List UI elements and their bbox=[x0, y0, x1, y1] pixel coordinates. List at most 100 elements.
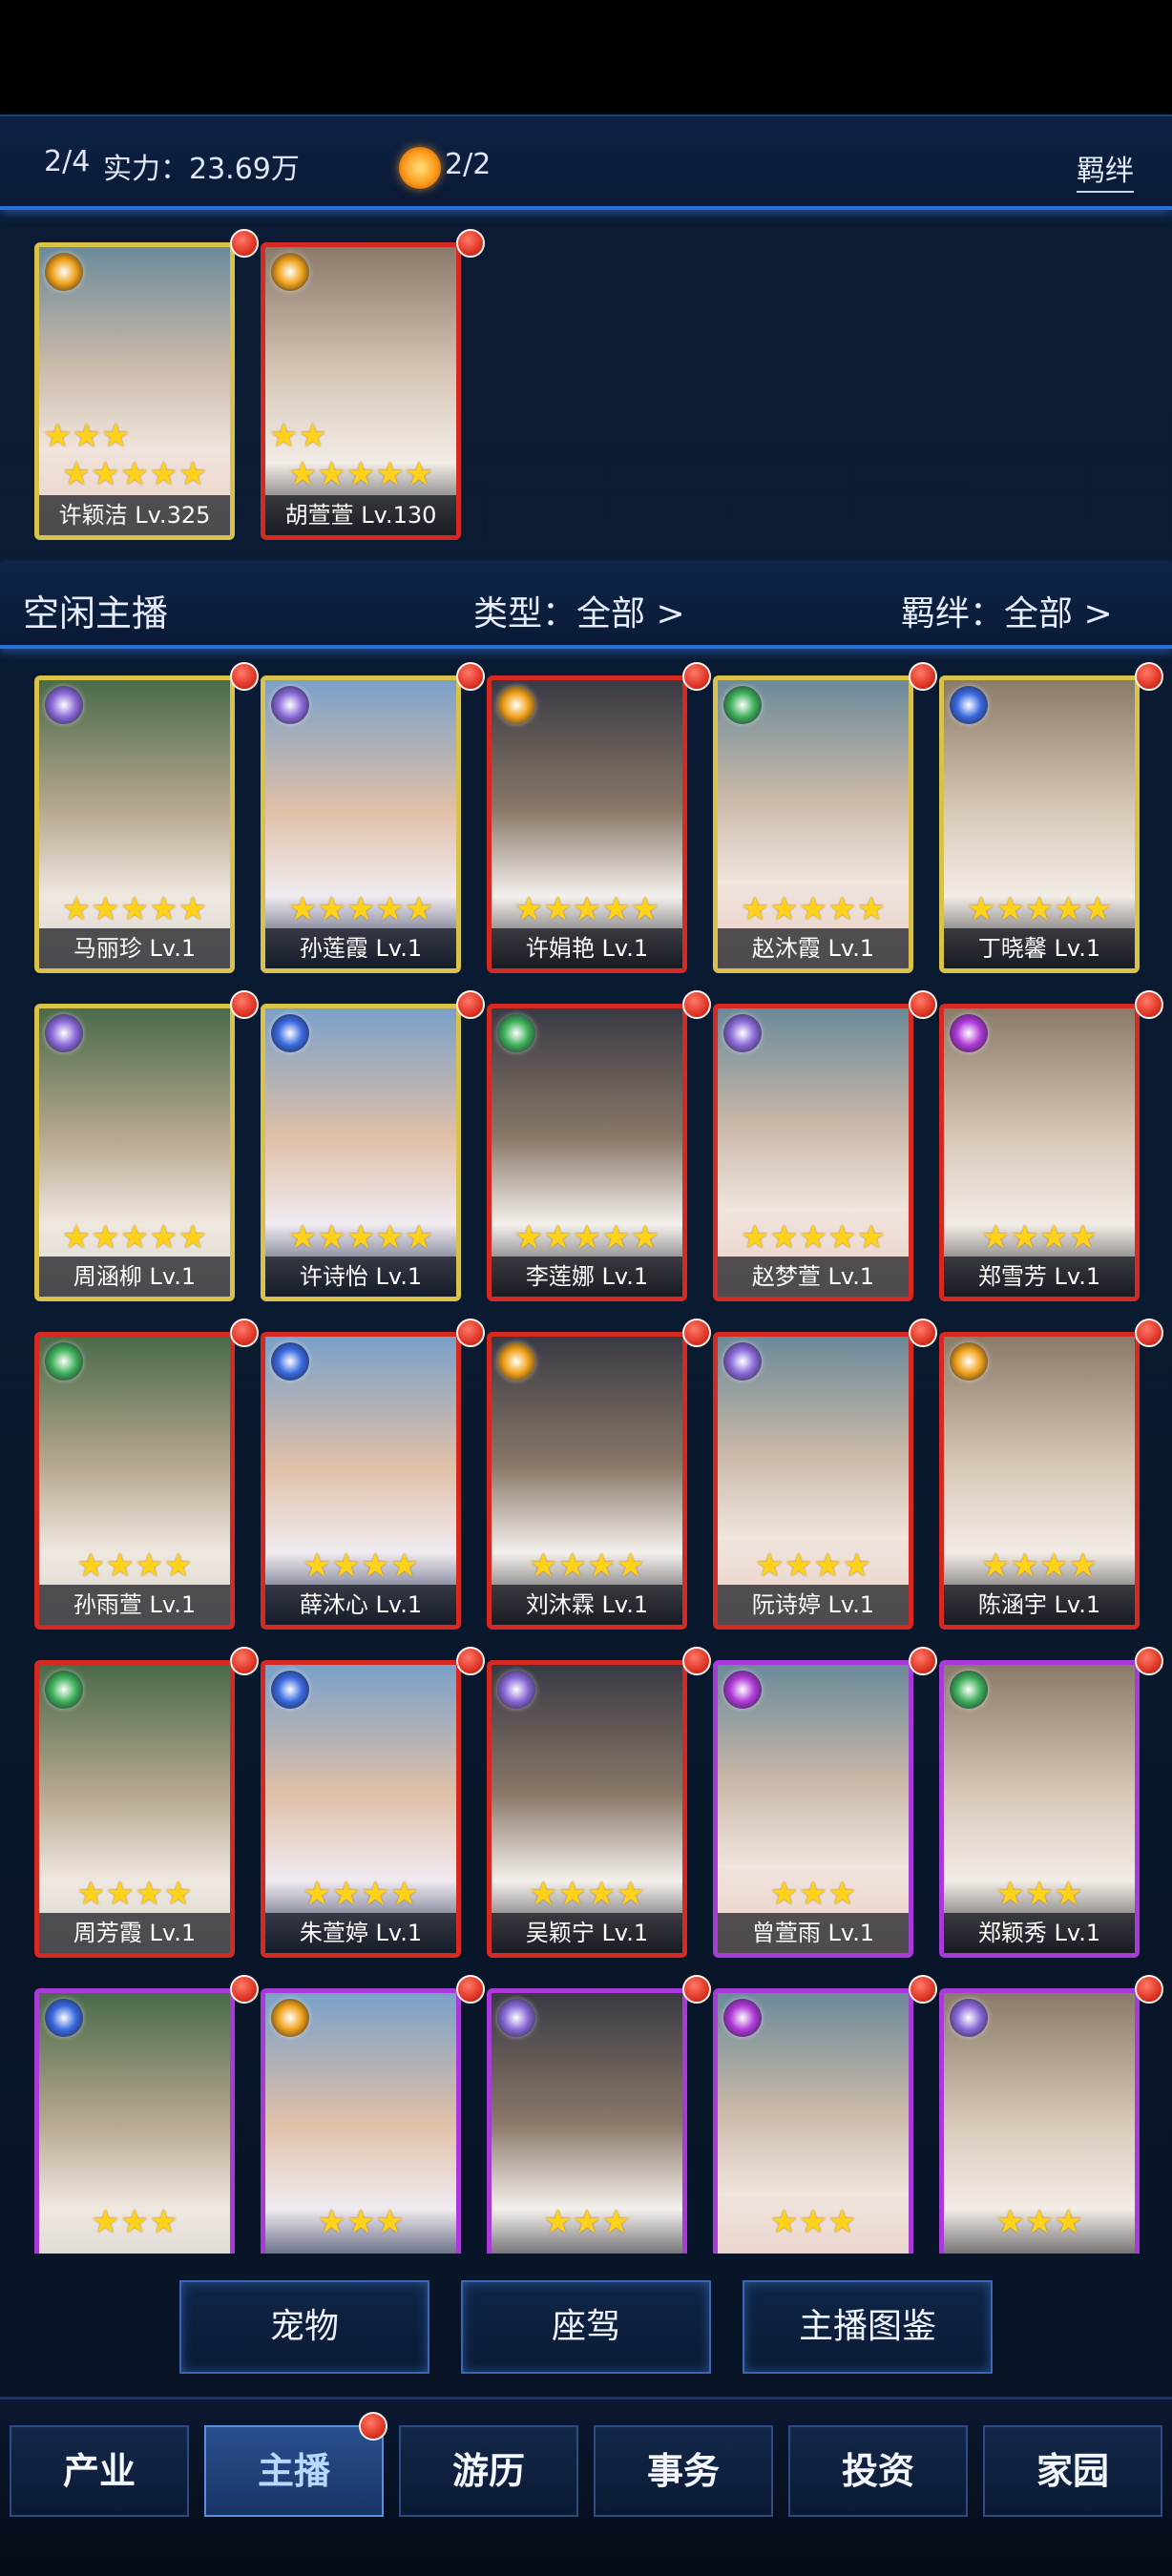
pets-button[interactable]: 宠物 bbox=[179, 2280, 429, 2374]
star-icon: ★ bbox=[317, 2203, 346, 2241]
notification-dot bbox=[1135, 1647, 1163, 1675]
star-icon: ★ bbox=[91, 1218, 120, 1257]
star-icon: ★ bbox=[572, 2203, 602, 2241]
star-icon: ★ bbox=[630, 1218, 660, 1257]
star-icon: ★ bbox=[827, 2203, 857, 2241]
star-icon: ★ bbox=[827, 890, 857, 928]
star-icon: ★ bbox=[149, 890, 178, 928]
streamer-name-level: 孙雨萱 Lv.1 bbox=[39, 1585, 230, 1625]
star-icon: ★ bbox=[769, 1875, 799, 1913]
star-icon: ★ bbox=[303, 1547, 332, 1585]
star-icon: ★ bbox=[740, 1218, 770, 1257]
star-icon: ★ bbox=[966, 890, 996, 928]
star-icon: ★ bbox=[1054, 1875, 1083, 1913]
star-rating: ★★★★ bbox=[39, 1877, 230, 1911]
star-icon: ★ bbox=[513, 1218, 544, 1257]
star-icon: ★ bbox=[119, 890, 150, 928]
tab-1[interactable]: 主播 bbox=[204, 2425, 384, 2517]
streamer-card[interactable]: ★★★★★ 孙莲霞 Lv.1 bbox=[261, 675, 461, 973]
star-icon: ★ bbox=[827, 1218, 857, 1257]
notification-dot bbox=[230, 1975, 259, 2004]
streamer-card[interactable]: ★★★★ 薛沐心 Lv.1 bbox=[261, 1332, 461, 1630]
streamer-card[interactable]: ★★★★ 刘沐霖 Lv.1 bbox=[487, 1332, 687, 1630]
streamer-card[interactable]: ★★★★★ 许诗怡 Lv.1 bbox=[261, 1004, 461, 1301]
element-icon bbox=[950, 1999, 988, 2037]
star-rating: ★★★ bbox=[718, 2205, 909, 2239]
star-icon: ★ bbox=[317, 1218, 346, 1257]
star-icon: ★ bbox=[587, 1547, 617, 1585]
streamer-card[interactable]: ★★★★★ 马丽珍 Lv.1 bbox=[34, 675, 235, 973]
star-icon: ★ bbox=[331, 1875, 361, 1913]
notification-dot bbox=[456, 1319, 485, 1347]
element-icon bbox=[723, 686, 762, 724]
streamer-card[interactable]: ★★★ bbox=[713, 1988, 913, 2254]
element-icon bbox=[950, 1014, 988, 1052]
streamer-name-level: 薛沐心 Lv.1 bbox=[265, 1585, 456, 1625]
star-rating: ★★★★ bbox=[944, 1220, 1135, 1255]
star-icon: ★ bbox=[1068, 1218, 1098, 1257]
streamer-card[interactable]: ★★★★ 陈涵宇 Lv.1 bbox=[939, 1332, 1140, 1630]
star-icon: ★ bbox=[1039, 1547, 1069, 1585]
tab-0[interactable]: 产业 bbox=[10, 2425, 189, 2517]
vehicle-button[interactable]: 座驾 bbox=[461, 2280, 711, 2374]
star-icon: ★ bbox=[601, 2203, 631, 2241]
streamer-card[interactable]: ★★★★ 周芳霞 Lv.1 bbox=[34, 1660, 235, 1958]
streamer-card[interactable]: ★★★ bbox=[939, 1988, 1140, 2254]
star-icon: ★ bbox=[1010, 1218, 1039, 1257]
star-icon: ★ bbox=[813, 1547, 843, 1585]
star-rating: ★★★ bbox=[944, 2205, 1135, 2239]
streamer-card[interactable]: ★★★★ 阮诗婷 Lv.1 bbox=[713, 1332, 913, 1630]
star-rating: ★★★★ bbox=[265, 1877, 456, 1911]
notification-dot bbox=[230, 1647, 259, 1675]
streamer-collection-button[interactable]: 主播图鉴 bbox=[743, 2280, 993, 2374]
streamer-card[interactable]: ★★★★★ 李莲娜 Lv.1 bbox=[487, 1004, 687, 1301]
streamer-name-level: 阮诗婷 Lv.1 bbox=[718, 1585, 909, 1625]
star-icon: ★ bbox=[375, 1218, 405, 1257]
streamer-card[interactable]: ★★★ bbox=[487, 1988, 687, 2254]
star-icon: ★ bbox=[287, 890, 318, 928]
star-icon: ★ bbox=[543, 1218, 573, 1257]
star-rating: ★★★★ bbox=[492, 1877, 682, 1911]
star-icon: ★ bbox=[1024, 2203, 1055, 2241]
streamer-card[interactable]: ★★★★★ 赵沐霞 Lv.1 bbox=[713, 675, 913, 973]
star-rating: ★★★ bbox=[39, 2205, 230, 2239]
star-icon: ★ bbox=[856, 1218, 887, 1257]
star-icon: ★ bbox=[178, 890, 208, 928]
element-icon bbox=[45, 1999, 83, 2037]
star-rating: ★★★★★ bbox=[718, 1220, 909, 1255]
streamer-card[interactable]: ★★★ bbox=[34, 1988, 235, 2254]
notification-dot bbox=[456, 1647, 485, 1675]
star-rating: ★★★ bbox=[492, 2205, 682, 2239]
streamer-card[interactable]: ★★★★★ 丁晓馨 Lv.1 bbox=[939, 675, 1140, 973]
streamer-card[interactable]: ★★★★★ 周涵柳 Lv.1 bbox=[34, 1004, 235, 1301]
tab-3[interactable]: 事务 bbox=[594, 2425, 773, 2517]
tab-4[interactable]: 投资 bbox=[788, 2425, 968, 2517]
element-icon bbox=[45, 1671, 83, 1709]
streamer-card[interactable]: ★★★ bbox=[261, 1988, 461, 2254]
streamer-card[interactable]: ★★★★ 吴颖宁 Lv.1 bbox=[487, 1660, 687, 1958]
streamer-card[interactable]: ★★★★★ 许娟艳 Lv.1 bbox=[487, 675, 687, 973]
star-icon: ★ bbox=[404, 1218, 434, 1257]
streamer-card[interactable]: ★★★★ 孙雨萱 Lv.1 bbox=[34, 1332, 235, 1630]
tab-2[interactable]: 游历 bbox=[399, 2425, 578, 2517]
star-rating: ★★★★★ bbox=[265, 1220, 456, 1255]
star-icon: ★ bbox=[572, 1218, 602, 1257]
star-icon: ★ bbox=[404, 890, 434, 928]
streamer-card[interactable]: ★★★★ 朱萱婷 Lv.1 bbox=[261, 1660, 461, 1958]
streamer-card[interactable]: ★★★ 曾萱雨 Lv.1 bbox=[713, 1660, 913, 1958]
star-rating: ★★★ bbox=[265, 2205, 456, 2239]
star-icon: ★ bbox=[331, 1547, 361, 1585]
notification-dot bbox=[1135, 990, 1163, 1019]
star-icon: ★ bbox=[856, 890, 887, 928]
star-icon: ★ bbox=[361, 1547, 390, 1585]
star-icon: ★ bbox=[740, 890, 770, 928]
star-icon: ★ bbox=[76, 1875, 106, 1913]
tab-5[interactable]: 家园 bbox=[983, 2425, 1162, 2517]
streamer-card[interactable]: ★★★ 郑颖秀 Lv.1 bbox=[939, 1660, 1140, 1958]
streamer-card[interactable]: ★★★★ 郑雪芳 Lv.1 bbox=[939, 1004, 1140, 1301]
notification-dot bbox=[909, 1319, 937, 1347]
star-icon: ★ bbox=[1054, 890, 1083, 928]
star-rating: ★★★★ bbox=[718, 1548, 909, 1583]
streamer-card[interactable]: ★★★★★ 赵梦萱 Lv.1 bbox=[713, 1004, 913, 1301]
streamer-name-level: 朱萱婷 Lv.1 bbox=[265, 1913, 456, 1953]
